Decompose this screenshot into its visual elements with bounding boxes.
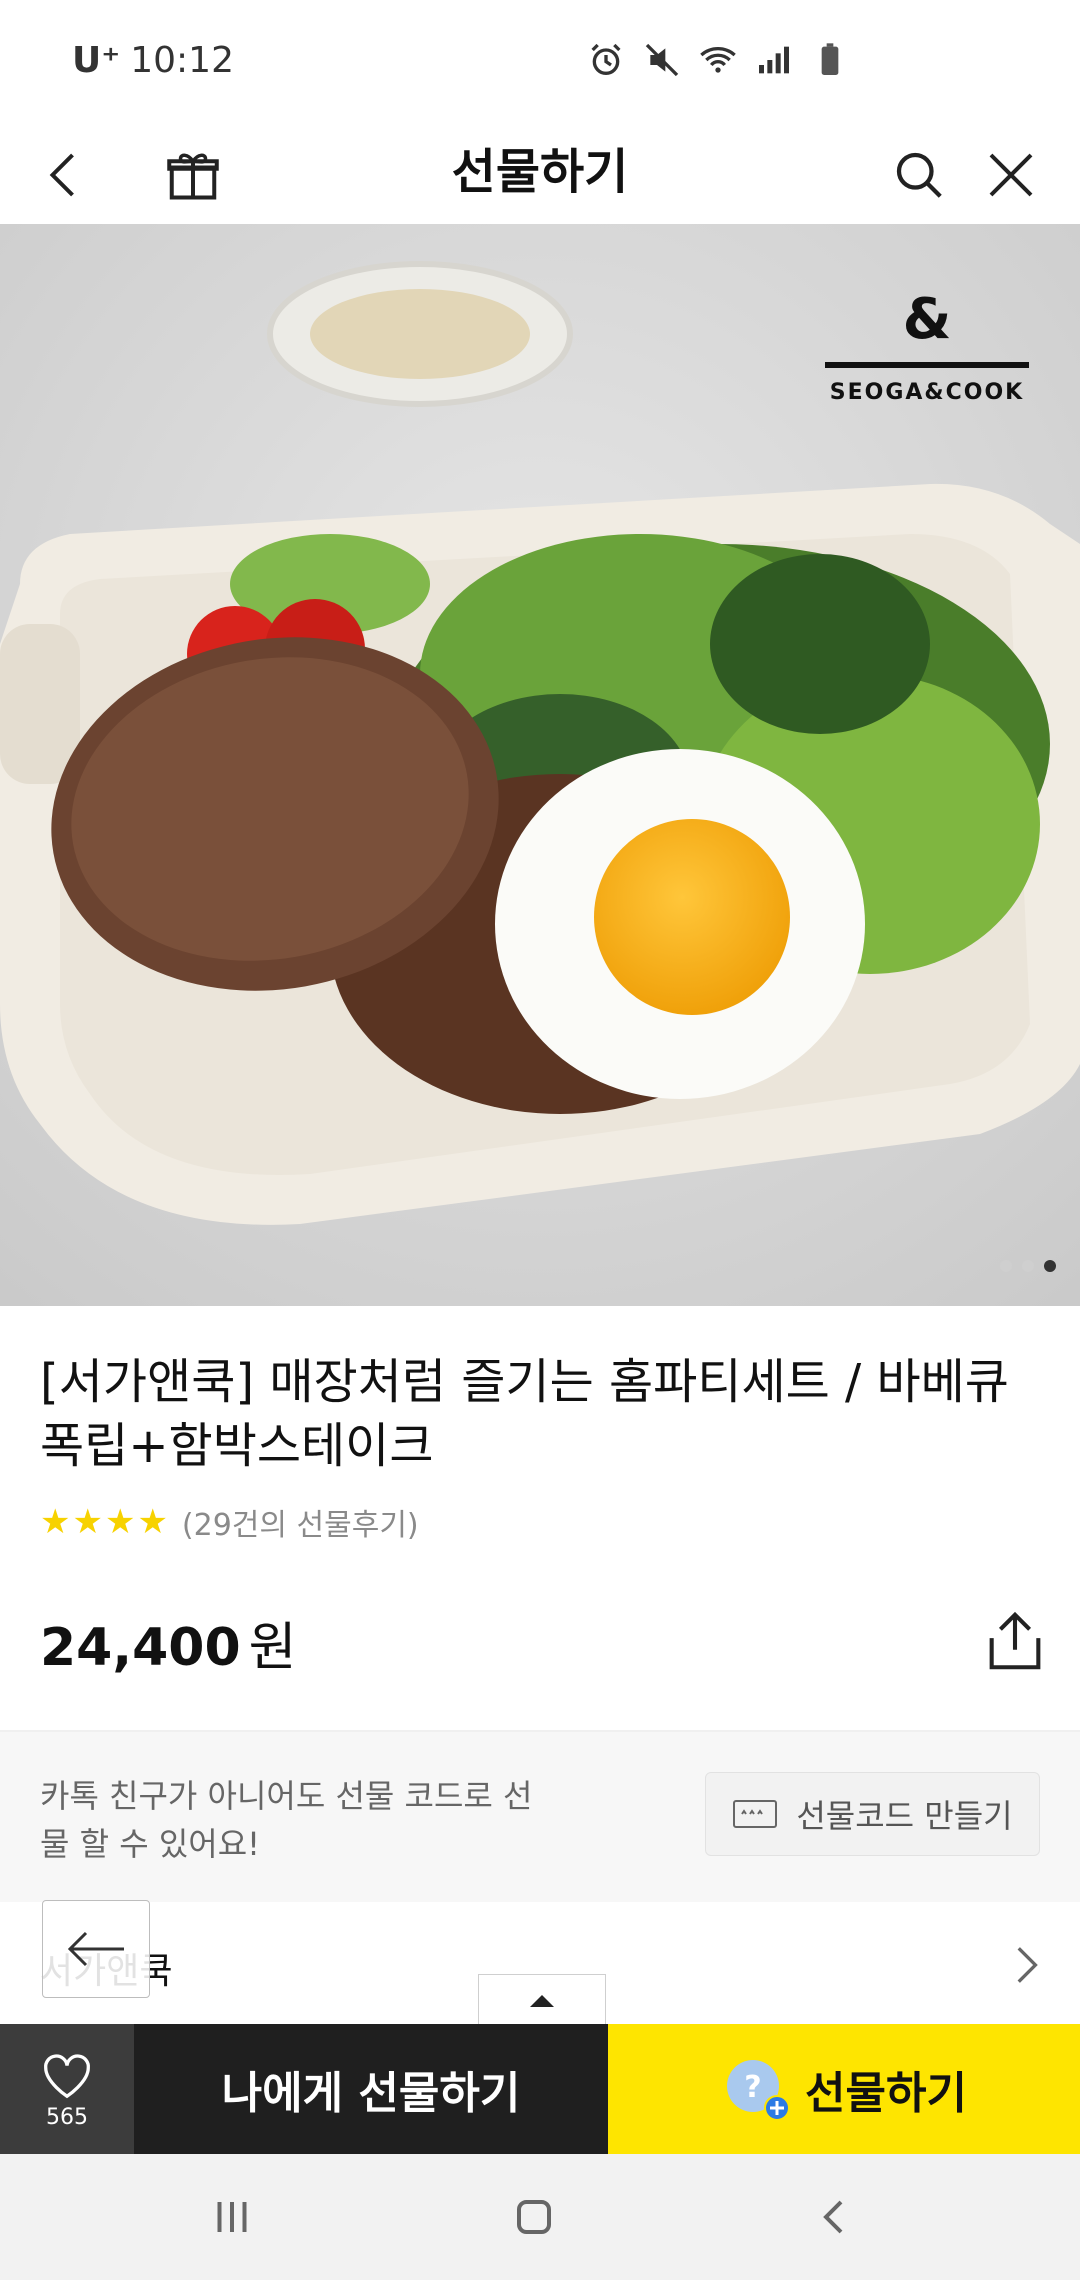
home-button[interactable] [494,2184,574,2250]
send-gift-button[interactable]: ? 선물하기 [608,2024,1080,2154]
floating-back-button[interactable] [42,1900,150,1998]
close-icon [989,153,1033,197]
alarm-icon [586,40,626,84]
ticket-icon [733,1800,778,1828]
price-value: 24,400 [40,1618,241,1678]
carousel-dot [1022,1260,1034,1272]
brand-logo: & SEOGA&COOK [822,290,1032,405]
product-title: [서가앤쿡] 매장처럼 즐기는 홈파티세트 / 바베큐 폭립+함박스테이크 [40,1354,1009,1474]
make-giftcode-button[interactable]: 선물코드 만들기 [705,1772,1040,1856]
carousel-indicator [1000,1260,1056,1272]
brand-logo-mark: & [902,287,952,352]
search-button[interactable] [884,140,954,210]
wifi-icon [698,40,738,84]
back-icon [823,2200,843,2234]
status-bar: U⁺ 10:12 [0,0,1080,120]
carousel-dot-active [1044,1260,1056,1272]
star-rating: ★★★★ [40,1502,170,1542]
scroll-top-button[interactable] [478,1974,606,2025]
close-button[interactable] [976,140,1046,210]
svg-text:?: ? [744,2070,761,2105]
top-header: 선물하기 [0,120,1080,225]
system-back-button[interactable] [796,2184,876,2250]
rating-row[interactable]: ★★★★ (29건의 선물후기) [40,1500,419,1544]
friend-add-icon: ? [721,2054,791,2124]
price-unit: 원 [248,1618,297,1678]
recent-apps-icon [217,2202,247,2232]
heart-icon [44,2053,90,2098]
clock: 10:12 [130,40,234,81]
giftcode-description: 카톡 친구가 아니어도 선물 코드로 선물 할 수 있어요! [40,1777,533,1863]
status-icons [586,40,850,84]
gift-to-me-button[interactable]: 나에게 선물하기 [134,2024,608,2154]
review-count[interactable]: (29건의 선물후기) [182,1500,419,1544]
chevron-right-icon [1017,1947,1038,1983]
search-icon [896,152,942,198]
battery-icon [810,40,850,84]
brand-row-chevron[interactable] [1000,1940,1050,1990]
recent-apps-button[interactable] [192,2184,272,2250]
status-left: U⁺ 10:12 [72,40,234,81]
share-icon [989,1611,1041,1670]
brand-logo-text: SEOGA&COOK [829,380,1025,405]
arrow-left-icon [67,1931,124,1967]
make-giftcode-label: 선물코드 만들기 [796,1797,1013,1835]
brand-logo-rule [825,362,1029,368]
carousel-dot [1000,1260,1012,1272]
share-button[interactable] [980,1606,1050,1676]
send-gift-label: 선물하기 [805,2068,967,2119]
signal-icon [754,40,794,84]
product-price: 24,400 원 [40,1605,297,1680]
mute-icon [642,40,682,84]
wishlist-count: 565 [46,2104,88,2130]
home-icon [517,2200,551,2234]
caret-up-icon [530,1995,554,2007]
wishlist-button[interactable]: 565 [0,2024,134,2154]
carrier-label: U⁺ [72,40,121,81]
